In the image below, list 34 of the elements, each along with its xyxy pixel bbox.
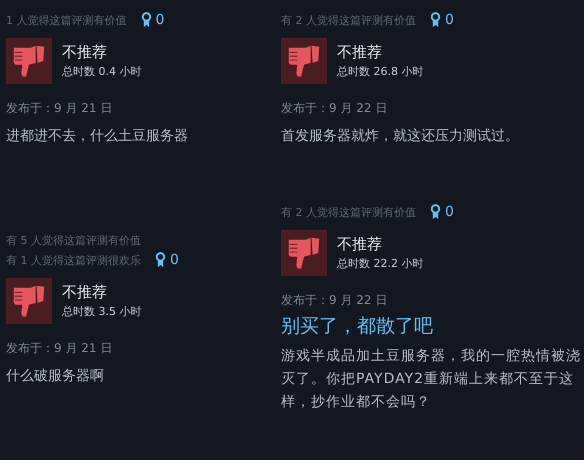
review-text: 什么破服务器啊 [6,367,105,386]
posted-date: 发布于：9 月 22 日 [281,100,388,117]
playtime-text: 总时数 22.2 小时 [337,256,424,271]
helpful-count-text: 1 人觉得这篇评测有价值 [6,12,126,28]
playtime-text: 总时数 0.4 小时 [62,64,142,79]
thumbs-down-icon [6,38,52,84]
helpful-count-text: 有 2 人觉得这篇评测有价值 [281,204,416,220]
thumbs-down-icon [281,230,327,276]
recommendation-label: 不推荐 [337,43,383,62]
posted-date: 发布于：9 月 21 日 [6,340,114,357]
award-icon [140,12,152,28]
award-count: 0 [445,12,454,28]
playtime-text: 总时数 3.5 小时 [62,304,142,319]
award-icon [155,252,166,268]
review-text: 游戏半成品加土豆服务器，我的一腔热情被浇灭了。你把PAYDAY2重新端上来都不至于这样，抄作业都不会吗？ [281,347,581,412]
helpful-count-text: 有 1 人觉得这篇评测很欢乐 [6,252,141,268]
review-text: 首发服务器就炸，就这还压力测试过。 [281,127,520,146]
thumbs-down-icon [6,278,52,324]
award-count: 0 [445,204,454,220]
posted-date: 发布于：9 月 22 日 [281,292,388,309]
review-text: 进都进不去，什么土豆服务器 [6,127,189,146]
award-icon [430,204,441,220]
posted-date: 发布于：9 月 21 日 [6,100,114,117]
award-count: 0 [170,252,179,268]
playtime-text: 总时数 26.8 小时 [337,64,424,79]
thumbs-down-icon [281,38,327,84]
recommendation-label: 不推荐 [62,43,108,62]
award-icon [430,12,441,28]
review-title: 别买了，都散了吧 [281,314,434,339]
award-count: 0 [156,12,164,28]
recommendation-label: 不推荐 [62,283,108,302]
helpful-count-text: 有 2 人觉得这篇评测有价值 [281,12,416,28]
helpful-count-text: 有 5 人觉得这篇评测有价值 [6,232,141,248]
recommendation-label: 不推荐 [337,235,383,254]
